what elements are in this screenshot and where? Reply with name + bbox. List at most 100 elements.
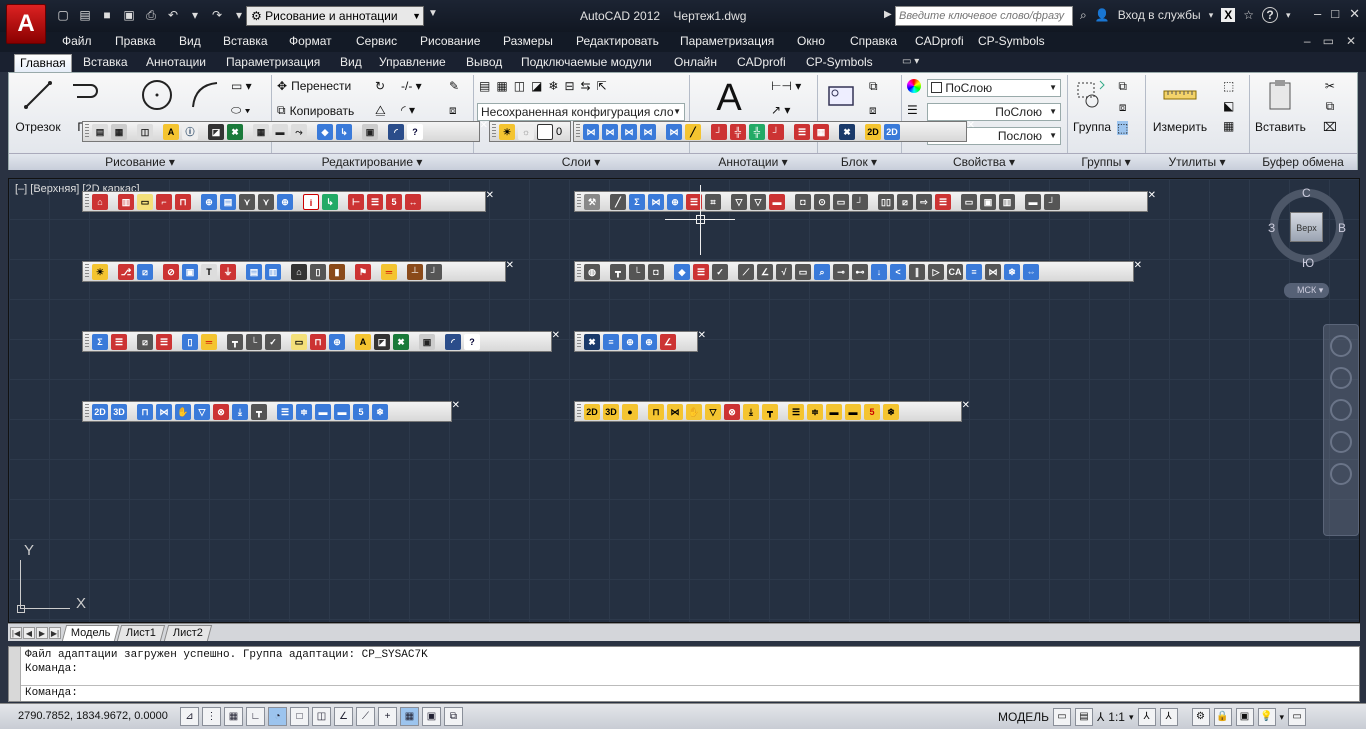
binoculars-icon[interactable]: ⌕ xyxy=(1080,8,1087,23)
bar-b-icon[interactable]: ▬ xyxy=(315,403,331,420)
leader-button[interactable]: ↗ ▾ xyxy=(771,103,790,117)
panel-title-block[interactable]: Блок ▾ xyxy=(817,153,901,170)
quick-view-drawings-icon[interactable]: ▤ xyxy=(1074,708,1093,726)
meter-icon[interactable]: ▯ xyxy=(310,263,326,280)
color-icon[interactable] xyxy=(907,79,921,93)
floating-toolbar-3[interactable]: ☀ ⎇ ⧄ ⊘ ▣ T ⏚ ▤ ▥ ⌂ ▯ ▮ ⚑ ═ ┴ ┘ ✕ xyxy=(82,260,514,282)
tab-parametric[interactable]: Параметризация xyxy=(221,54,325,72)
bar-icon[interactable]: ▭ xyxy=(833,193,849,210)
pump-icon[interactable]: ⋈ xyxy=(666,123,682,140)
lamp-alt-icon[interactable]: ⋎ xyxy=(258,193,274,210)
save-icon[interactable]: ■ xyxy=(98,6,116,24)
menu-tools[interactable]: Сервис xyxy=(356,34,397,48)
lamp-icon[interactable]: ⋎ xyxy=(239,193,255,210)
slash-box-icon[interactable]: ⧄ xyxy=(897,193,913,210)
tab-cp-symbols[interactable]: CP-Symbols xyxy=(801,54,878,72)
list-icon[interactable]: ☰ xyxy=(794,123,810,140)
lines-icon[interactable]: ≡ xyxy=(966,263,982,280)
signin-button[interactable]: Вход в службы xyxy=(1118,8,1201,22)
layer-color-icon[interactable] xyxy=(537,123,553,140)
crosshair-icon[interactable]: ⊕ xyxy=(277,193,293,210)
command-input[interactable]: Команда: xyxy=(21,685,1359,701)
linetype-icon[interactable]: ☰ xyxy=(907,103,918,117)
circle-plus-icon[interactable]: ⊕ xyxy=(641,333,657,350)
document-icon[interactable]: ▤ xyxy=(92,123,108,140)
double-arrow-icon[interactable]: ⇔ xyxy=(1023,263,1039,280)
copy-button[interactable]: ⧉ Копировать xyxy=(277,103,354,118)
pan-icon[interactable] xyxy=(1330,367,1352,389)
cable-b-icon[interactable]: ═ xyxy=(201,333,217,350)
annotation-visibility-icon[interactable]: ⅄ xyxy=(1137,708,1156,726)
freeze-icon[interactable]: ☼ xyxy=(518,123,534,140)
application-menu-button[interactable]: A xyxy=(6,4,46,44)
box-cross-icon[interactable]: ⧄ xyxy=(137,263,153,280)
menu-file[interactable]: Файл xyxy=(62,34,92,48)
fitting-alt-icon[interactable]: ╬ xyxy=(749,123,765,140)
valve-d-icon[interactable]: ⋈ xyxy=(667,403,683,420)
3d-b-icon[interactable]: 3D xyxy=(603,403,619,420)
flow-icon[interactable]: ⊷ xyxy=(852,263,868,280)
circle-cross-b-icon[interactable]: ⊕ xyxy=(329,333,345,350)
close-icon[interactable]: ✕ xyxy=(962,400,970,411)
copy-clip-icon[interactable]: ⧉ xyxy=(1326,99,1335,114)
menu-parametric[interactable]: Параметризация xyxy=(680,34,774,48)
workspace-switch-icon[interactable]: ⚙ xyxy=(1191,708,1210,726)
save-as-icon[interactable]: ▣ xyxy=(120,6,138,24)
lineweight-icon[interactable]: ▦ xyxy=(400,707,419,726)
list-c-icon[interactable]: ☰ xyxy=(935,193,951,210)
pipe-t-d-icon[interactable]: ┳ xyxy=(762,403,778,420)
panel-icon[interactable]: ▭ xyxy=(137,193,153,210)
2d-b-icon[interactable]: 2D xyxy=(92,403,108,420)
socket-icon[interactable]: ⊘ xyxy=(163,263,179,280)
star-icon[interactable]: ☆ xyxy=(1243,8,1254,22)
wrench-icon[interactable]: ⚒ xyxy=(584,193,600,210)
chevron-down-icon[interactable]: ▾ xyxy=(1286,10,1291,21)
doc-restore-button[interactable]: ▭ xyxy=(1323,34,1334,48)
menu-cadprofi[interactable]: CADprofi xyxy=(915,34,964,48)
elbow-icon[interactable]: ┘ xyxy=(711,123,727,140)
color-select[interactable]: ПоСлою ▼ xyxy=(927,79,1061,97)
elbow-c-icon[interactable]: ┘ xyxy=(1044,193,1060,210)
compass-east[interactable]: В xyxy=(1338,221,1346,235)
settings-icon[interactable]: ▣ xyxy=(362,123,378,140)
annotation-scale-value[interactable]: 1:1 xyxy=(1108,710,1125,724)
layer-match-icon[interactable]: ⇆ xyxy=(581,79,591,93)
annotation-scale-icon[interactable]: ⅄ xyxy=(1097,710,1104,724)
frame-b-icon[interactable]: ▣ xyxy=(980,193,996,210)
grid-icon[interactable]: ⌗ xyxy=(705,193,721,210)
sun-icon[interactable]: ● xyxy=(622,403,638,420)
ribbon-minimize-icon[interactable]: ▭ ▾ xyxy=(902,56,919,67)
erase-button[interactable]: ✎ xyxy=(449,79,459,93)
door-b-icon[interactable]: ▯ xyxy=(182,333,198,350)
3d-icon[interactable]: 3D xyxy=(111,403,127,420)
measure-button[interactable]: Измерить xyxy=(1149,77,1211,134)
pipe-t-c-icon[interactable]: ┳ xyxy=(251,403,267,420)
circle-cross-icon[interactable]: ⊕ xyxy=(201,193,217,210)
text-button[interactable]: A xyxy=(709,77,749,120)
rectangle-button[interactable]: ▭ ▾ xyxy=(231,79,252,93)
linetype-select[interactable]: ПоСлою ▼ xyxy=(927,103,1061,121)
explode-button[interactable]: ⧈ xyxy=(449,103,457,118)
meter-b-icon[interactable]: ▭ xyxy=(795,263,811,280)
diamond-icon[interactable]: ◆ xyxy=(317,123,333,140)
info-red-icon[interactable]: i xyxy=(303,193,319,210)
panel-title-clipboard[interactable]: Буфер обмена xyxy=(1249,153,1357,170)
slope-icon[interactable]: ⟋ xyxy=(738,263,754,280)
check-icon[interactable]: ✓ xyxy=(712,263,728,280)
bar-e-icon[interactable]: ▬ xyxy=(845,403,861,420)
dimension-icon[interactable]: ⊢ xyxy=(348,193,364,210)
bulb-icon[interactable]: ☀ xyxy=(499,123,515,140)
ground-icon[interactable]: ⏚ xyxy=(220,263,236,280)
tab-home[interactable]: Главная xyxy=(14,54,72,72)
menu-insert[interactable]: Вставка xyxy=(223,34,268,48)
door-icon[interactable]: ▮ xyxy=(329,263,345,280)
arrows-icon[interactable]: ✖ xyxy=(227,123,243,140)
tab-output[interactable]: Вывод xyxy=(461,54,507,72)
probe-icon[interactable]: ⊸ xyxy=(833,263,849,280)
flag-icon[interactable]: ⚑ xyxy=(355,263,371,280)
osnap-icon[interactable]: □ xyxy=(290,707,309,726)
filter-b-icon[interactable]: ▽ xyxy=(194,403,210,420)
spec-list-icon[interactable]: ☰ xyxy=(367,193,383,210)
tab-layout2[interactable]: Лист2 xyxy=(163,624,212,641)
arc-button[interactable] xyxy=(185,77,225,120)
